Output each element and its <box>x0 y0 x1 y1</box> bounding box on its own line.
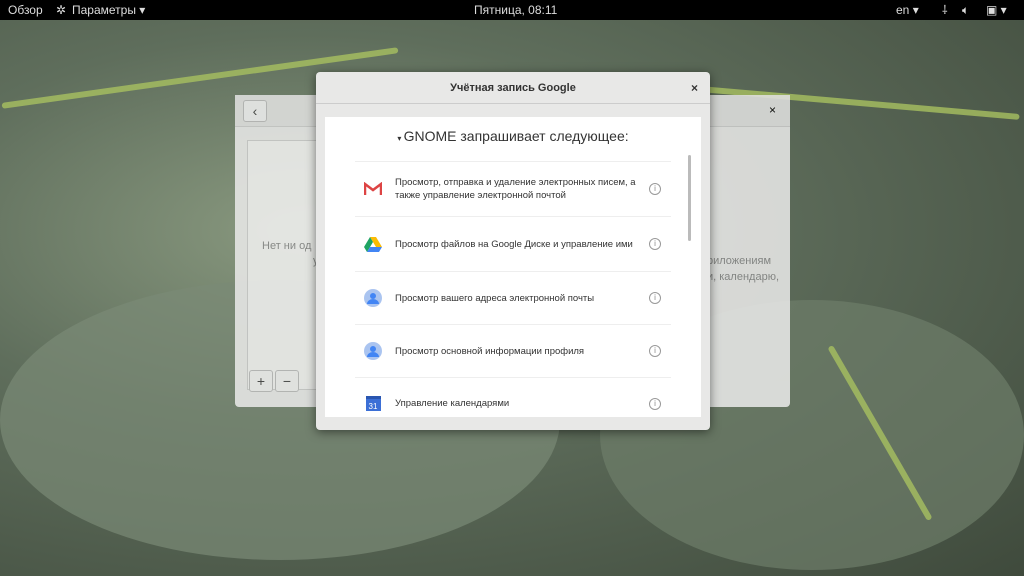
calendar-day: 31 <box>365 396 381 411</box>
language-label: en <box>896 3 910 17</box>
activities-button[interactable]: Обзор <box>8 0 43 20</box>
google-account-dialog: Учётная запись Google × ▾ GNOME запрашив… <box>316 72 710 430</box>
calendar-icon: 31 <box>363 394 383 414</box>
scrollbar[interactable] <box>688 155 691 241</box>
accounts-list <box>247 140 317 390</box>
permission-text: Просмотр вашего адреса электронной почты <box>395 292 595 304</box>
remove-account-button[interactable]: − <box>275 370 299 392</box>
app-menu[interactable]: Параметры ▾ <box>72 0 145 20</box>
back-button[interactable]: ‹ <box>243 100 267 122</box>
volume-icon[interactable]: 🔈︎ <box>962 0 969 20</box>
permission-text: Просмотр, отправка и удаление электронны… <box>395 177 636 201</box>
permission-text: Просмотр основной информации профиля <box>395 345 585 357</box>
description-text-2: и, календарю, <box>707 271 779 283</box>
add-account-button[interactable]: + <box>249 370 273 392</box>
permission-text: Просмотр файлов на Google Диске и управл… <box>395 238 633 250</box>
info-icon[interactable]: i <box>649 345 661 357</box>
top-bar: Обзор ✲ Параметры ▾ Пятница, 08:11 en ▾ … <box>0 0 1024 20</box>
settings-icon: ✲ <box>56 3 67 17</box>
network-icon[interactable]: ⸸ <box>942 0 948 20</box>
info-icon[interactable]: i <box>649 397 661 410</box>
permissions-panel: ▾ GNOME запрашивает следующее: Просмотр,… <box>325 117 701 417</box>
user-icon <box>363 341 383 361</box>
info-icon[interactable]: i <box>649 183 661 195</box>
info-icon[interactable]: i <box>649 238 661 250</box>
permission-item: Просмотр, отправка и удаление электронны… <box>355 161 671 216</box>
permission-item: Просмотр файлов на Google Диске и управл… <box>355 216 671 271</box>
user-icon <box>363 288 383 308</box>
dialog-title: Учётная запись Google <box>450 82 576 94</box>
request-heading-label: GNOME запрашивает следующее: <box>403 128 629 144</box>
language-menu[interactable]: en ▾ <box>896 0 919 20</box>
empty-text: Нет ни од <box>262 240 312 252</box>
permission-item: 31 Управление календарями i <box>355 377 671 417</box>
info-icon[interactable]: i <box>649 292 661 304</box>
close-button[interactable]: × <box>769 103 776 117</box>
request-heading[interactable]: ▾ GNOME запрашивает следующее: <box>325 128 701 144</box>
app-menu-label: Параметры <box>72 3 136 17</box>
gmail-icon <box>363 179 383 199</box>
close-button[interactable]: × <box>691 72 698 104</box>
battery-icon[interactable]: ▣ ▾ <box>986 0 1007 20</box>
permission-text: Управление календарями <box>395 398 510 409</box>
description-text: риложениям <box>707 255 772 267</box>
permission-item: Просмотр вашего адреса электронной почты… <box>355 271 671 324</box>
permission-item: Просмотр основной информации профиля i <box>355 324 671 377</box>
google-drive-icon <box>363 234 383 254</box>
clock[interactable]: Пятница, 08:11 <box>474 0 557 20</box>
